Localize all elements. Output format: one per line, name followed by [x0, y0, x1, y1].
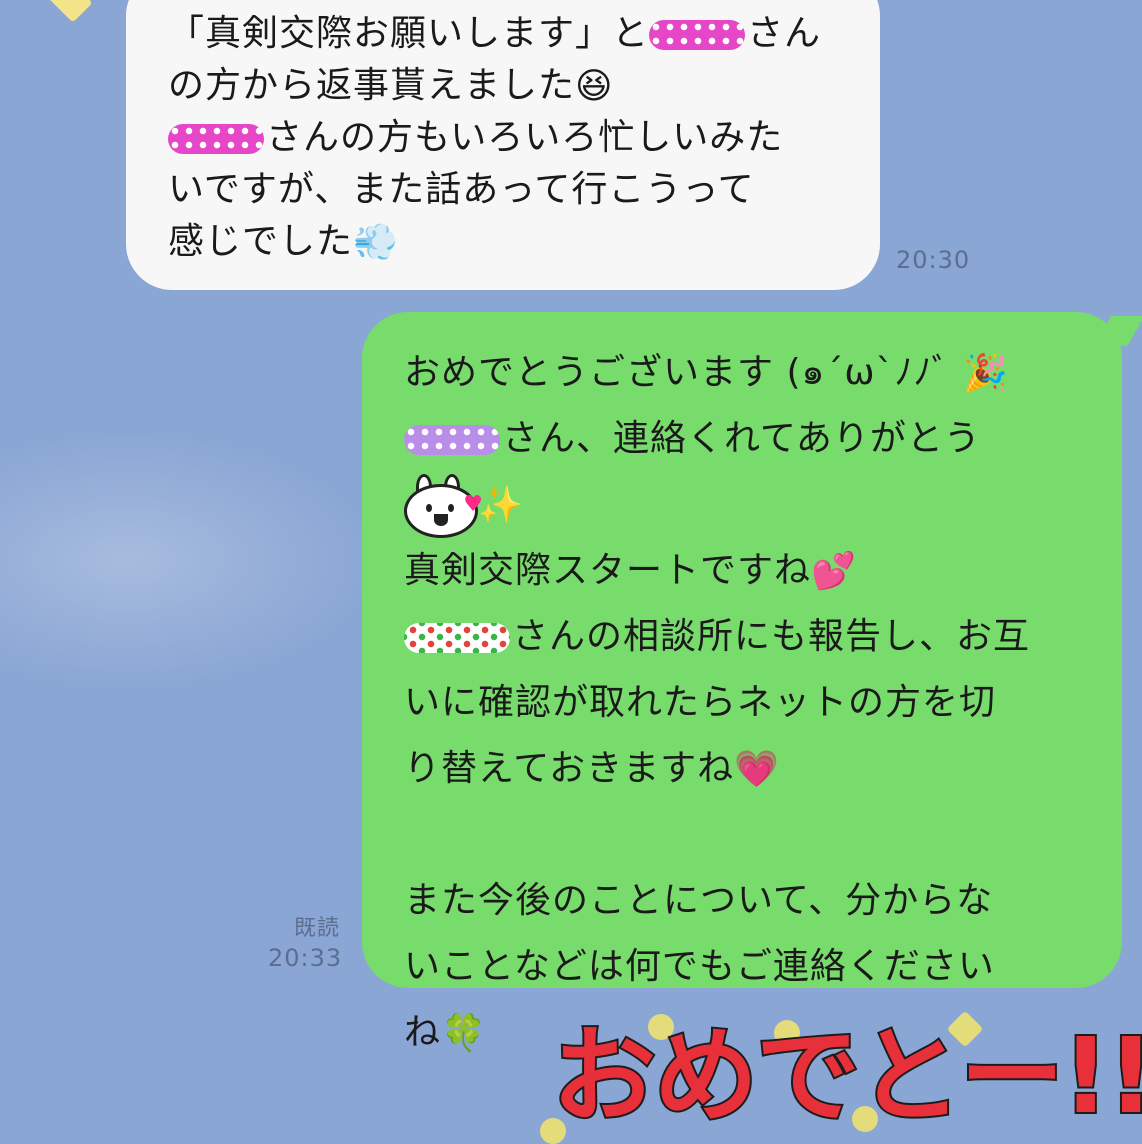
message-text: また今後のことについて、分からな	[404, 880, 994, 921]
message-line: さんの相談所にも報告し、お互	[404, 604, 1102, 670]
sparkles-emoji-icon: ✨	[478, 485, 524, 526]
message-text: ね	[404, 1012, 442, 1053]
message-line: 「真剣交際お願いします」と さん	[168, 8, 880, 60]
redacted-name	[168, 124, 264, 154]
message-text: さんの方もいろいろ忙しいみた	[266, 117, 784, 158]
message-text: おめでとうございます (๑´ω`ﾉﾉﾞ	[404, 352, 951, 393]
message-line: 真剣交際スタートですね💕	[404, 538, 1102, 604]
sticker-text: おめでとー!!	[550, 1013, 1142, 1139]
incoming-timestamp: 20:30	[896, 246, 971, 274]
message-line: さんの方もいろいろ忙しいみた	[168, 112, 880, 164]
party-popper-emoji-icon: 🎉	[962, 353, 1009, 394]
background-cloud	[0, 430, 380, 690]
message-text: いに確認が取れたらネットの方を切	[404, 682, 997, 723]
incoming-message-bubble[interactable]: 「真剣交際お願いします」と さん の方から返事貰えました😆 さんの方もいろいろ忙し…	[126, 0, 880, 290]
message-text: さん	[747, 13, 822, 54]
message-text: 感じでした	[168, 221, 354, 262]
message-text: 「真剣交際お願いします」と	[168, 13, 650, 54]
laughing-emoji-icon: 😆	[575, 66, 614, 107]
message-text: 真剣交際スタートですね	[404, 550, 812, 591]
message-line: さん、連絡くれてありがとう	[404, 406, 1102, 472]
redacted-name	[649, 20, 746, 50]
message-text: さんの相談所にも報告し、お互	[512, 616, 1031, 657]
message-line: いに確認が取れたらネットの方を切	[404, 670, 1102, 736]
message-text: さん、連絡くれてありがとう	[502, 418, 981, 459]
message-line: 感じでした💨	[168, 216, 880, 268]
heart-emoji-icon: 💗	[734, 749, 780, 790]
redacted-name	[404, 425, 500, 455]
outgoing-message-bubble[interactable]: おめでとうございます (๑´ω`ﾉﾉﾞ 🎉 さん、連絡くれてありがとう ♥ ✨ …	[362, 312, 1122, 1053]
message-text: いことなどは何でもご連絡ください	[404, 946, 995, 987]
read-receipt: 既読	[294, 916, 341, 941]
message-line: おめでとうございます (๑´ω`ﾉﾉﾞ 🎉	[404, 340, 1102, 406]
message-text: の方から返事貰えました	[168, 65, 576, 106]
message-line: り替えておきますね💗	[404, 736, 1102, 802]
message-text: り替えておきますね	[404, 748, 735, 789]
two-hearts-emoji-icon: 💕	[811, 551, 857, 592]
redacted-name	[404, 623, 510, 653]
message-line	[404, 802, 1102, 868]
dash-emoji-icon: 💨	[353, 222, 399, 263]
message-line: の方から返事貰えました😆	[168, 60, 880, 112]
rabbit-sticker-icon: ♥	[404, 474, 483, 538]
message-line: ♥ ✨	[404, 472, 1102, 538]
outgoing-timestamp: 20:33	[268, 944, 343, 972]
message-text: いですが、また話あって行こうって	[168, 169, 755, 210]
message-line: いですが、また話あって行こうって	[168, 164, 880, 216]
congratulations-sticker[interactable]: おめでとー!!	[540, 1010, 1142, 1144]
message-line: また今後のことについて、分からな	[404, 868, 1102, 934]
message-line: いことなどは何でもご連絡ください	[404, 934, 1102, 1000]
sticker-fragment	[47, 0, 93, 23]
clover-emoji-icon: 🍀	[441, 1013, 487, 1054]
